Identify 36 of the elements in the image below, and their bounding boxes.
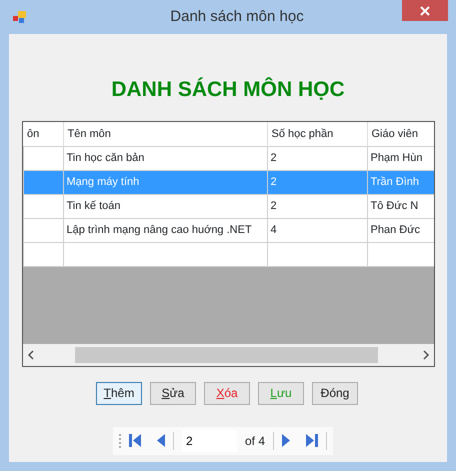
scroll-left-icon[interactable] [26, 350, 34, 360]
window-title: Danh sách môn học [170, 6, 304, 27]
table-cell: 2 [267, 194, 367, 218]
table-cell: Tin học căn bản [63, 146, 267, 170]
close-icon [420, 6, 430, 16]
action-button[interactable]: Thêm [96, 382, 142, 404]
horizontal-scrollbar[interactable] [22, 344, 434, 366]
first-record-icon[interactable] [128, 434, 141, 447]
table-cell: Trần Đình [367, 170, 434, 194]
previous-record-icon[interactable] [156, 434, 165, 447]
action-button[interactable]: Xóa [204, 382, 250, 404]
table-cell: Phan Đức [367, 218, 434, 242]
scrollbar-thumb[interactable] [74, 346, 378, 362]
record-count: of 4 [244, 432, 265, 450]
position-field[interactable]: 2 [182, 430, 237, 452]
action-button[interactable]: Đóng [312, 382, 358, 404]
column-header[interactable]: ôn [23, 122, 63, 146]
table-cell: 2 [267, 146, 367, 170]
column-header[interactable]: Số học phần [267, 122, 367, 146]
last-record-icon[interactable] [306, 434, 318, 447]
grip-icon [118, 432, 121, 448]
column-header[interactable]: Tên môn [63, 122, 267, 146]
scroll-right-icon[interactable] [422, 350, 430, 360]
table-cell: 2 [267, 170, 367, 194]
table-cell: 4 [267, 218, 367, 242]
table-cell: Tô Đức N [367, 194, 434, 218]
column-header[interactable]: Giáo viên [367, 122, 434, 146]
next-record-icon[interactable] [282, 434, 290, 447]
form-heading: DANH SÁCH MÔN HỌC [111, 76, 345, 103]
table-cell: Mạng máy tính [63, 170, 267, 194]
table-cell: Tin kế toán [63, 194, 267, 218]
table-cell: Phạm Hùn [367, 146, 434, 170]
close-button[interactable] [402, 0, 448, 21]
table-cell: Lập trình mạng nâng cao huớng .NET [63, 218, 267, 242]
action-button[interactable]: Sửa [150, 382, 196, 404]
app-icon [13, 10, 27, 24]
